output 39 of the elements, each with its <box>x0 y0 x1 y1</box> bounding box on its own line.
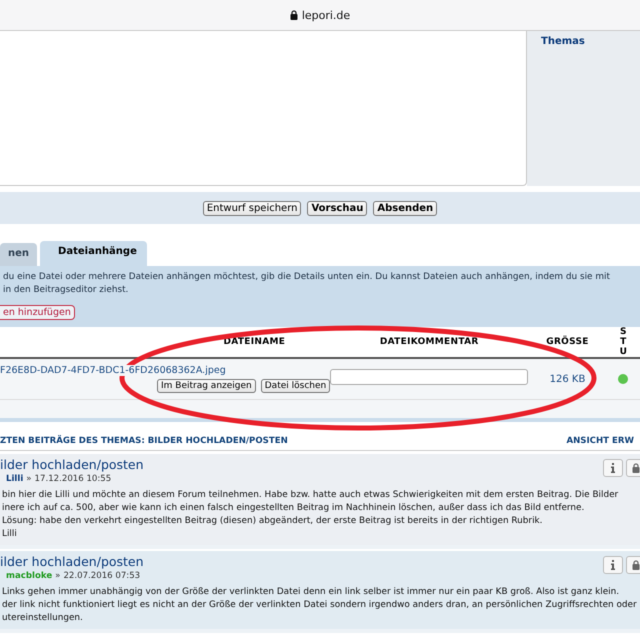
form-button[interactable]: Entwurf speichern <box>202 200 302 216</box>
info-icon <box>611 560 615 570</box>
column-header: DATEINAME <box>222 337 286 347</box>
info-icon <box>611 463 615 473</box>
file-action-button[interactable]: Im Beitrag anzeigen <box>157 379 256 393</box>
separator-text: » <box>55 571 60 581</box>
post-date: 17.12.2016 10:55 <box>34 474 112 484</box>
section-title: ZTEN BEITRÄGE DES THEMAS: BILDER HOCHLADEN/POSTEN <box>0 436 288 446</box>
post-text: Links gehen immer unabhängig von der Größe der verlinkten Datei denn ein link selber ist immer nur ein paar KB groß. Also ist ganz klein. der link nicht funktioniert liegt es nicht an der Größe der verlinkten Datei sondern irgendwo anders dran, an persönlichen Zugriffsrechten oder utereinstellungen. <box>1 586 638 625</box>
post-title[interactable]: ilder hochladen/posten <box>0 457 144 472</box>
form-button[interactable]: Vorschau <box>307 200 368 216</box>
author-link[interactable]: Lilli <box>6 474 24 484</box>
lock-button[interactable] <box>626 556 640 574</box>
status-dot-icon <box>618 374 628 384</box>
lock-icon <box>632 560 640 570</box>
post-title[interactable]: ilder hochladen/posten <box>0 554 144 569</box>
view-link[interactable]: ANSICHT ERW <box>566 436 634 446</box>
topic-link[interactable]: Themas <box>541 36 585 47</box>
column-header: ST U <box>618 327 628 357</box>
tab[interactable]: nen <box>0 243 38 266</box>
form-button[interactable]: Absenden <box>373 200 438 216</box>
file-action-button[interactable]: Datei löschen <box>260 379 330 393</box>
instruction-text: du eine Datei oder mehrere Dateien anhängen möchtest, gib die Details unten ein. Du kannst Dateien auch anhängen, indem du sie mit in den Beitragseditor ziehst. <box>2 271 611 297</box>
file-name-link[interactable]: F26E8D-DAD7-4FD7-BDC1-6FD26068362A.jpeg <box>0 365 226 376</box>
tab[interactable]: Dateianhänge <box>40 241 147 266</box>
info-button[interactable] <box>603 459 623 477</box>
address-text[interactable]: lepori.de <box>302 8 350 22</box>
column-header: GRÖSSE <box>545 337 590 347</box>
separator-text: » <box>26 474 32 484</box>
add-files-button[interactable]: en hinzufügen <box>0 305 75 320</box>
lock-icon <box>290 10 298 20</box>
comment-field[interactable] <box>330 368 528 385</box>
column-header: DATEIKOMMENTAR <box>378 337 480 347</box>
post-text: bin hier die Lilli und möchte an diesem Forum teilnehmen. Habe bzw. hatte auch etwas Schwierigkeiten mit dem ersten Beitrag. Die Bilder inere ich auf ca. 500, aber wie kann ich einen falsch eingestellten Beitrag im Nachhinein löschen, außer dass ich das Bild entferne. Lösung: habe den verkehrt eingestellten Beitrag (diesen) abgeändert, der erste Beitrag ist bereits in der richtigen Rubrik. Lilli <box>1 489 620 541</box>
post-date: 22.07.2016 07:53 <box>63 571 140 581</box>
lock-icon <box>632 463 640 473</box>
info-button[interactable] <box>603 556 623 574</box>
file-size: 126 KB <box>550 374 586 384</box>
lock-button[interactable] <box>626 459 640 477</box>
